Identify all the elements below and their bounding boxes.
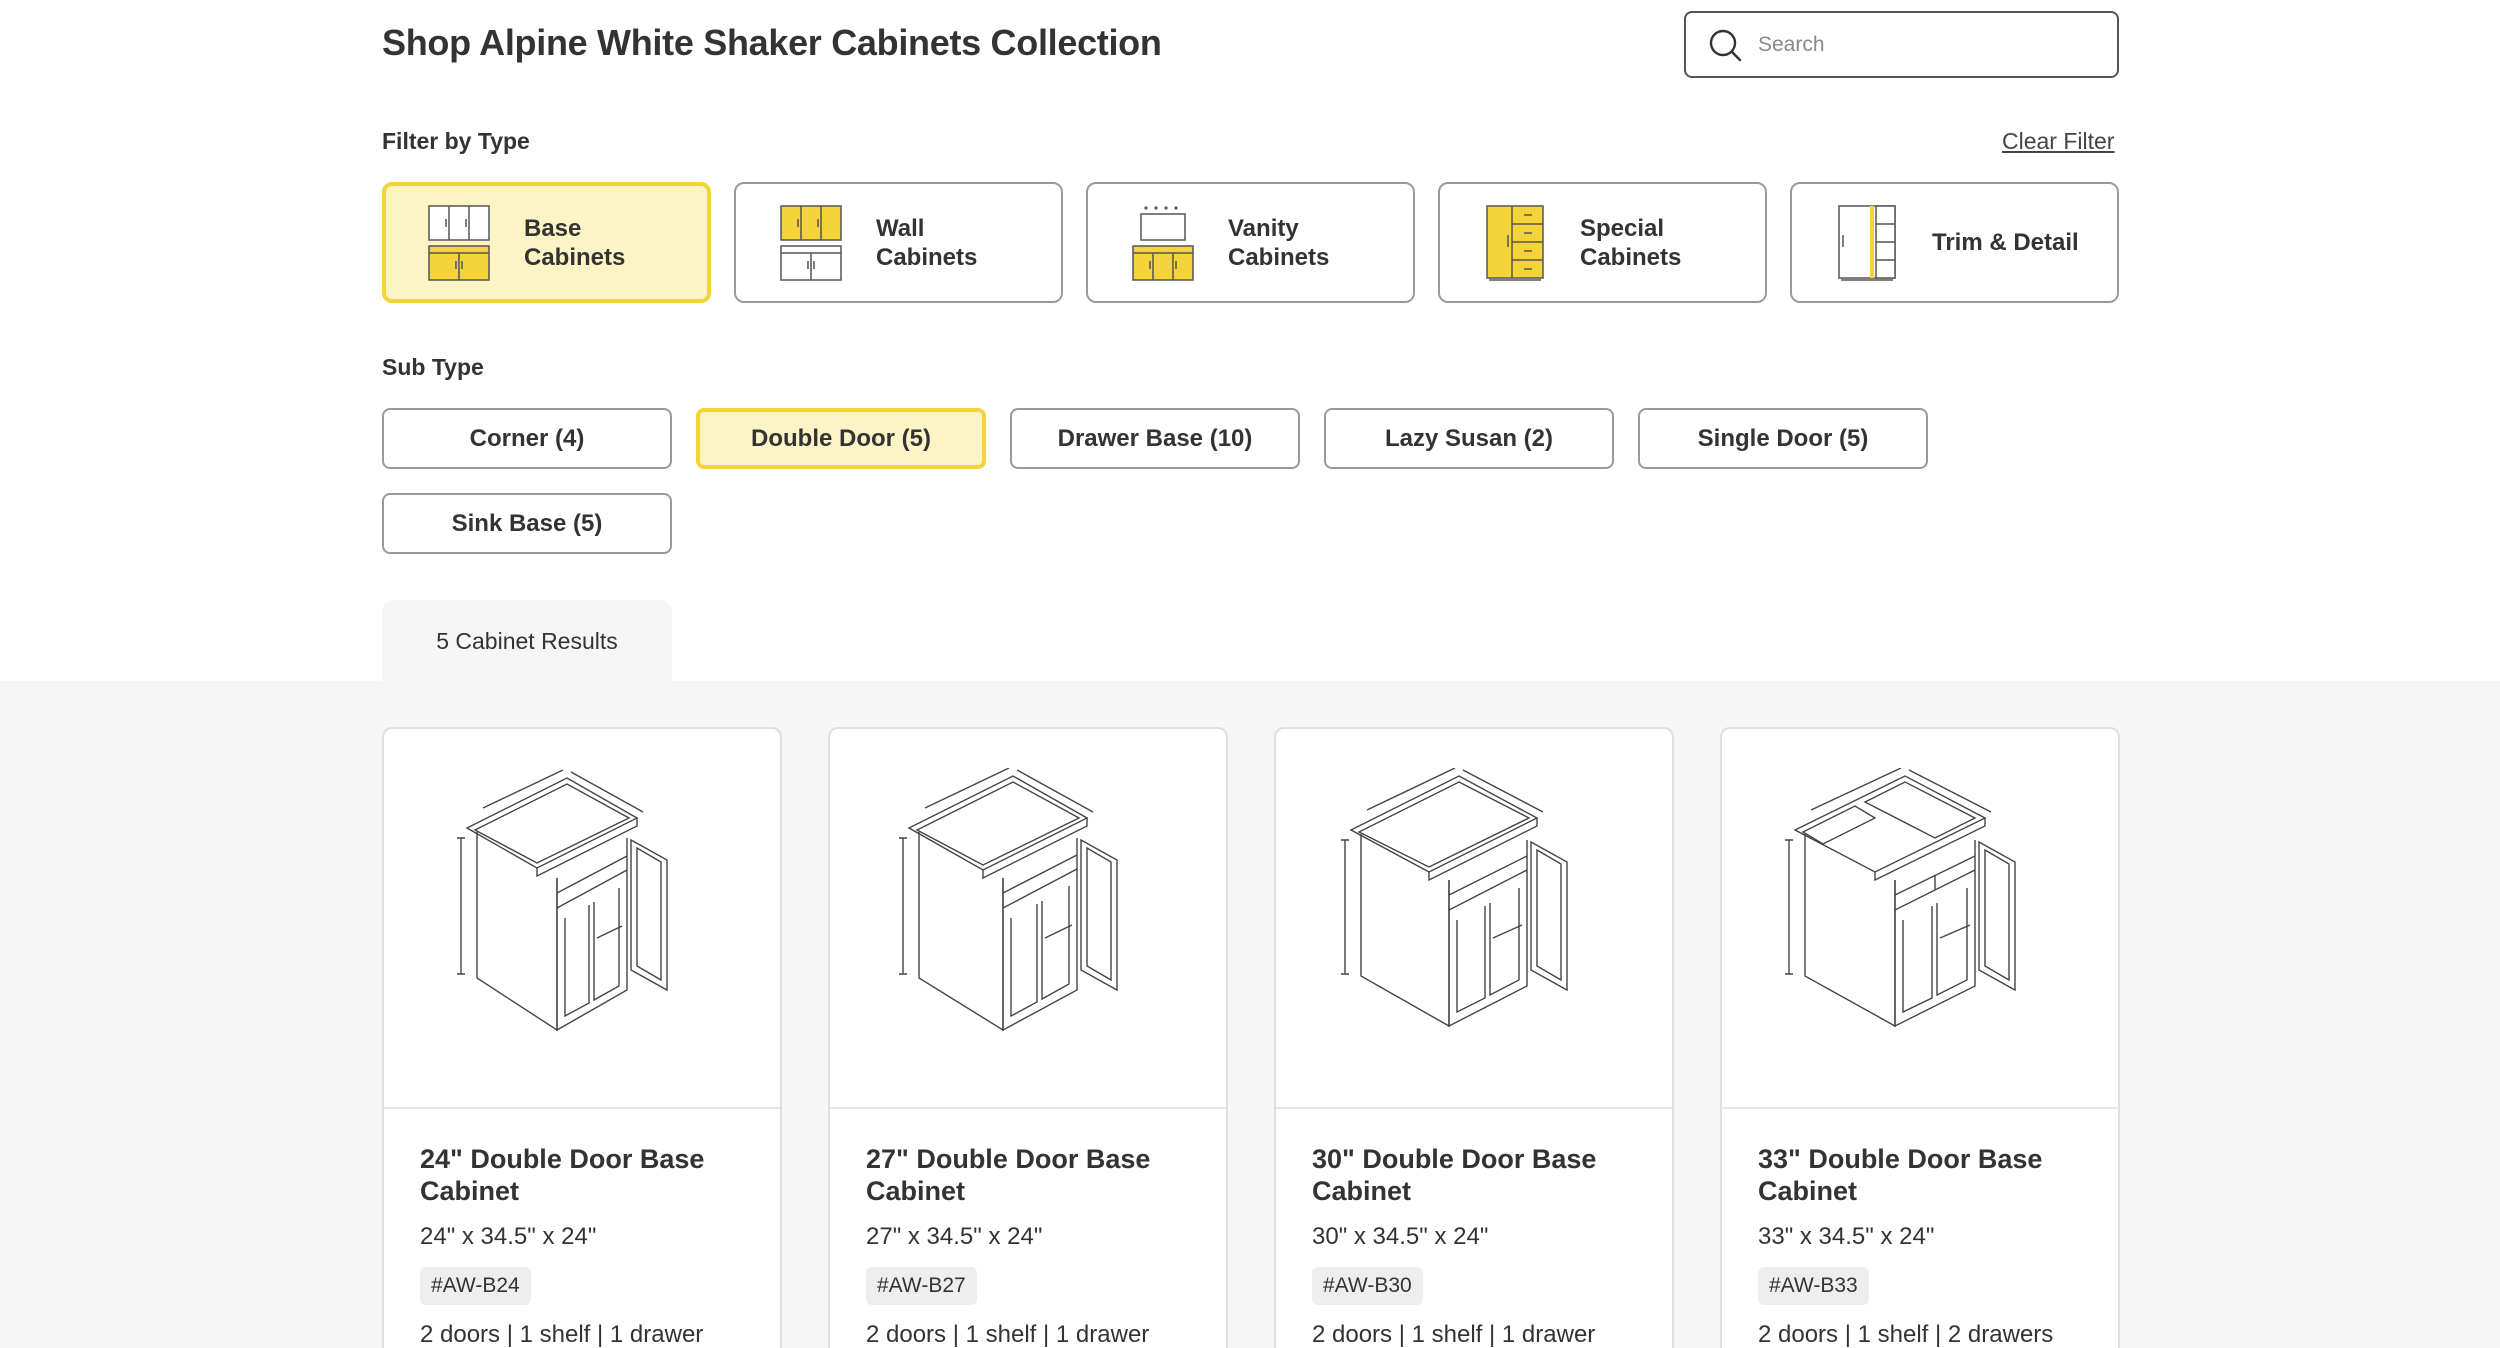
product-card[interactable]: 30" Double Door Base Cabinet 30" x 34.5"…	[1274, 727, 1674, 1348]
type-label: Special Cabinets	[1580, 214, 1682, 271]
page-title: Shop Alpine White Shaker Cabinets Collec…	[382, 22, 1162, 63]
product-card[interactable]: 33" Double Door Base Cabinet 33" x 34.5"…	[1720, 727, 2120, 1348]
product-sku-badge: #AW-B30	[1312, 1267, 1423, 1305]
cabinet-illustration	[1276, 729, 1672, 1109]
product-sku-badge: #AW-B24	[420, 1267, 531, 1305]
subtype-corner[interactable]: Corner (4)	[382, 408, 672, 469]
subtype-label: Sub Type	[382, 354, 484, 380]
product-title[interactable]: 24" Double Door Base Cabinet	[420, 1143, 744, 1207]
product-sku-badge: #AW-B33	[1758, 1267, 1869, 1305]
filter-label: Filter by Type	[382, 128, 530, 154]
product-features: 2 doors | 1 shelf | 1 drawer	[420, 1321, 704, 1348]
type-label: Trim & Detail	[1932, 229, 2079, 256]
product-sku-badge: #AW-B27	[866, 1267, 977, 1305]
product-title[interactable]: 33" Double Door Base Cabinet	[1758, 1143, 2082, 1207]
clear-filter-link[interactable]: Clear Filter	[2002, 128, 2114, 155]
results-count-tab: 5 Cabinet Results	[382, 600, 672, 682]
type-label: Vanity Cabinets	[1228, 214, 1330, 271]
product-title[interactable]: 27" Double Door Base Cabinet	[866, 1143, 1190, 1207]
subtype-lazy-susan[interactable]: Lazy Susan (2)	[1324, 408, 1614, 469]
type-label: Base Cabinets	[524, 214, 626, 271]
type-trim-detail[interactable]: Trim & Detail	[1790, 182, 2119, 303]
cabinet-illustration	[1722, 729, 2118, 1109]
product-dimensions: 30" x 34.5" x 24"	[1312, 1223, 1489, 1250]
type-filter-row: Base Cabinets Wall Cabinets Vanity Cabin…	[382, 182, 2119, 303]
wall-cabinet-icon	[780, 204, 842, 281]
cabinet-illustration	[384, 729, 780, 1109]
subtype-sink-base[interactable]: Sink Base (5)	[382, 493, 672, 554]
subtype-grid: Corner (4) Double Door (5) Drawer Base (…	[382, 408, 1962, 554]
subtype-single-door[interactable]: Single Door (5)	[1638, 408, 1928, 469]
subtype-drawer-base[interactable]: Drawer Base (10)	[1010, 408, 1300, 469]
product-dimensions: 27" x 34.5" x 24"	[866, 1223, 1043, 1250]
search-input[interactable]	[1758, 32, 2088, 57]
type-wall-cabinets[interactable]: Wall Cabinets	[734, 182, 1063, 303]
search-box[interactable]	[1684, 11, 2119, 78]
search-icon	[1709, 29, 1742, 61]
base-cabinet-icon	[428, 204, 490, 281]
double-door-cabinet-icon	[899, 768, 1118, 1032]
product-card[interactable]: 27" Double Door Base Cabinet 27" x 34.5"…	[828, 727, 1228, 1348]
product-dimensions: 33" x 34.5" x 24"	[1758, 1223, 1935, 1250]
subtype-double-door[interactable]: Double Door (5)	[696, 408, 986, 469]
vanity-cabinet-icon	[1132, 205, 1194, 281]
type-special-cabinets[interactable]: Special Cabinets	[1438, 182, 1767, 303]
double-door-cabinet-icon	[457, 769, 668, 1032]
product-title[interactable]: 30" Double Door Base Cabinet	[1312, 1143, 1636, 1207]
results-grid: 24" Double Door Base Cabinet 24" x 34.5"…	[382, 727, 2120, 1348]
product-features: 2 doors | 1 shelf | 1 drawer	[866, 1321, 1150, 1348]
double-door-cabinet-icon	[1341, 768, 1568, 1028]
product-dimensions: 24" x 34.5" x 24"	[420, 1223, 597, 1250]
product-features: 2 doors | 1 shelf | 2 drawers	[1758, 1321, 2054, 1348]
trim-detail-icon	[1838, 204, 1896, 281]
type-label: Wall Cabinets	[876, 214, 978, 271]
type-base-cabinets[interactable]: Base Cabinets	[382, 182, 711, 303]
type-vanity-cabinets[interactable]: Vanity Cabinets	[1086, 182, 1415, 303]
cabinet-illustration	[830, 729, 1226, 1109]
double-door-cabinet-icon	[1785, 768, 2016, 1028]
product-card[interactable]: 24" Double Door Base Cabinet 24" x 34.5"…	[382, 727, 782, 1348]
product-features: 2 doors | 1 shelf | 1 drawer	[1312, 1321, 1596, 1348]
special-cabinet-icon	[1486, 204, 1544, 281]
